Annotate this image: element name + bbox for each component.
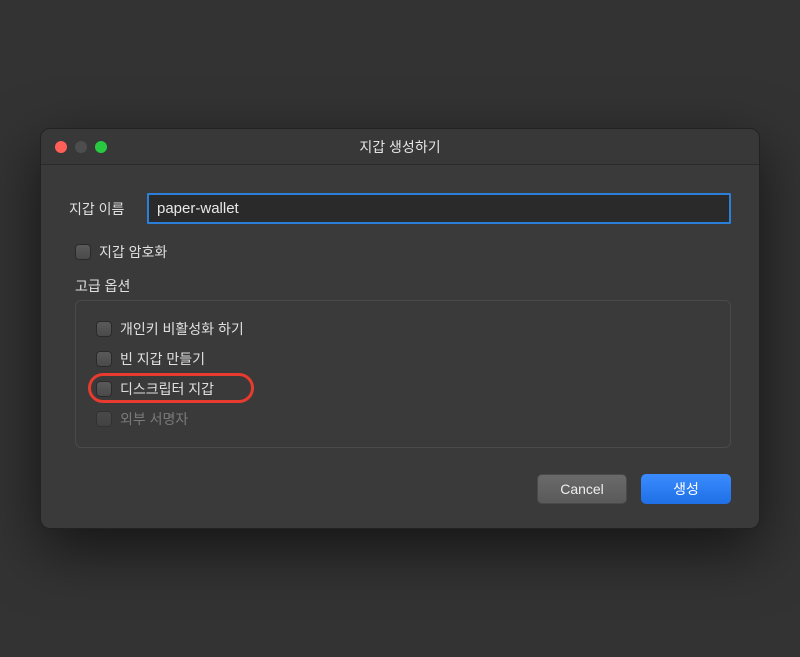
make-blank-wallet-row[interactable]: 빈 지갑 만들기	[96, 349, 710, 369]
disable-private-keys-row[interactable]: 개인키 비활성화 하기	[96, 319, 710, 339]
external-signer-label: 외부 서명자	[120, 409, 188, 429]
button-row: Cancel 생성	[69, 474, 731, 504]
dialog-content: 지갑 이름 지갑 암호화 고급 옵션 개인키 비활성화 하기 빈 지갑 만들기	[41, 165, 759, 528]
minimize-icon	[75, 141, 87, 153]
encrypt-wallet-label: 지갑 암호화	[99, 242, 167, 262]
create-button[interactable]: 생성	[641, 474, 731, 504]
make-blank-wallet-label: 빈 지갑 만들기	[120, 349, 205, 369]
encrypt-wallet-checkbox[interactable]	[75, 244, 91, 260]
wallet-name-row: 지갑 이름	[69, 193, 731, 224]
close-icon[interactable]	[55, 141, 67, 153]
options-section: 지갑 암호화 고급 옵션 개인키 비활성화 하기 빈 지갑 만들기 디스크립터 …	[75, 242, 731, 448]
traffic-lights	[41, 141, 107, 153]
descriptor-wallet-checkbox[interactable]	[96, 381, 112, 397]
external-signer-row: 외부 서명자	[96, 409, 710, 429]
titlebar: 지갑 생성하기	[41, 129, 759, 165]
wallet-name-label: 지갑 이름	[69, 199, 147, 219]
make-blank-wallet-checkbox[interactable]	[96, 351, 112, 367]
cancel-button[interactable]: Cancel	[537, 474, 627, 504]
disable-private-keys-checkbox[interactable]	[96, 321, 112, 337]
advanced-options-label: 고급 옵션	[75, 276, 731, 296]
window-title: 지갑 생성하기	[41, 137, 759, 157]
dialog-create-wallet: 지갑 생성하기 지갑 이름 지갑 암호화 고급 옵션 개인키 비활성화 하기 빈…	[40, 128, 760, 529]
external-signer-checkbox	[96, 411, 112, 427]
wallet-name-input[interactable]	[147, 193, 731, 224]
descriptor-wallet-row[interactable]: 디스크립터 지갑	[96, 379, 710, 399]
maximize-icon[interactable]	[95, 141, 107, 153]
descriptor-wallet-label: 디스크립터 지갑	[120, 379, 214, 399]
advanced-options-group: 개인키 비활성화 하기 빈 지갑 만들기 디스크립터 지갑 외부 서명자	[75, 300, 731, 448]
encrypt-wallet-row[interactable]: 지갑 암호화	[75, 242, 731, 262]
disable-private-keys-label: 개인키 비활성화 하기	[120, 319, 244, 339]
